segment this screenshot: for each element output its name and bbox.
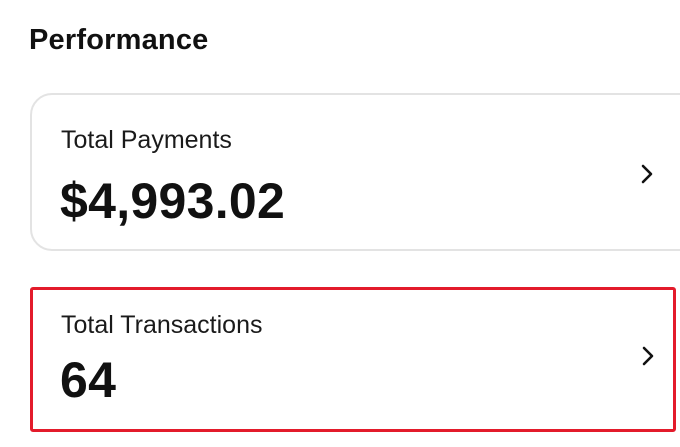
total-transactions-value: 64	[60, 352, 117, 408]
total-transactions-label: Total Transactions	[61, 311, 263, 339]
total-transactions-card[interactable]: Total Transactions 64	[30, 287, 676, 432]
total-payments-value: $4,993.02	[60, 173, 286, 229]
total-payments-label: Total Payments	[61, 126, 232, 154]
total-payments-card[interactable]: Total Payments $4,993.02	[30, 93, 680, 251]
section-title-performance: Performance	[29, 24, 209, 56]
chevron-right-icon	[637, 345, 659, 367]
chevron-right-icon	[636, 163, 658, 185]
